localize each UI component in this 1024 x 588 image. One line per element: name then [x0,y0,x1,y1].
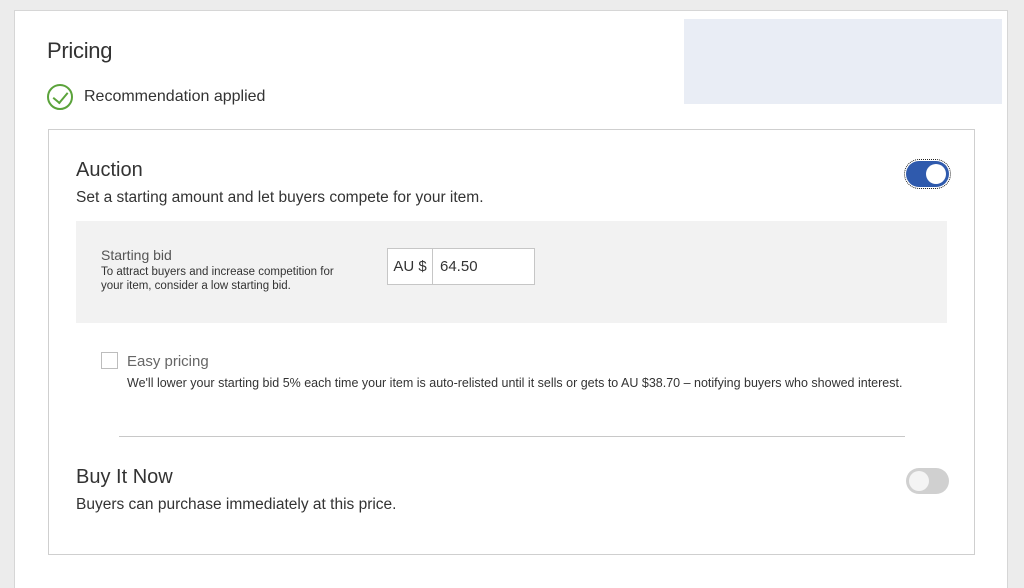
starting-bid-section: Starting bid To attract buyers and incre… [76,221,947,323]
starting-bid-help: To attract buyers and increase competiti… [101,266,334,292]
recommendation-status: Recommendation applied [47,84,265,110]
auction-description: Set a starting amount and let buyers com… [76,189,484,206]
buy-it-now-title: Buy It Now [76,466,173,488]
currency-prefix: AU $ [388,249,433,284]
easy-pricing-label[interactable]: Easy pricing [127,353,209,370]
buy-it-now-description: Buyers can purchase immediately at this … [76,496,397,513]
toggle-knob [926,164,946,184]
easy-pricing-checkbox[interactable] [101,352,118,369]
check-circle-icon [47,84,73,110]
auction-title: Auction [76,159,143,181]
recommendation-text: Recommendation applied [84,88,266,105]
starting-bid-field[interactable]: AU $ 64.50 [387,248,535,285]
page-title: Pricing [47,38,113,63]
starting-bid-label: Starting bid [101,247,172,263]
auction-toggle[interactable] [904,159,951,189]
format-card: Auction Set a starting amount and let bu… [48,129,975,555]
section-divider [119,436,905,437]
buy-it-now-toggle[interactable] [906,468,949,494]
easy-pricing-description: We'll lower your starting bid 5% each ti… [127,376,903,390]
starting-bid-input[interactable]: 64.50 [433,249,534,284]
toggle-knob [909,471,929,491]
info-banner [684,19,1002,104]
pricing-panel: Pricing Recommendation applied Auction S… [14,10,1008,588]
